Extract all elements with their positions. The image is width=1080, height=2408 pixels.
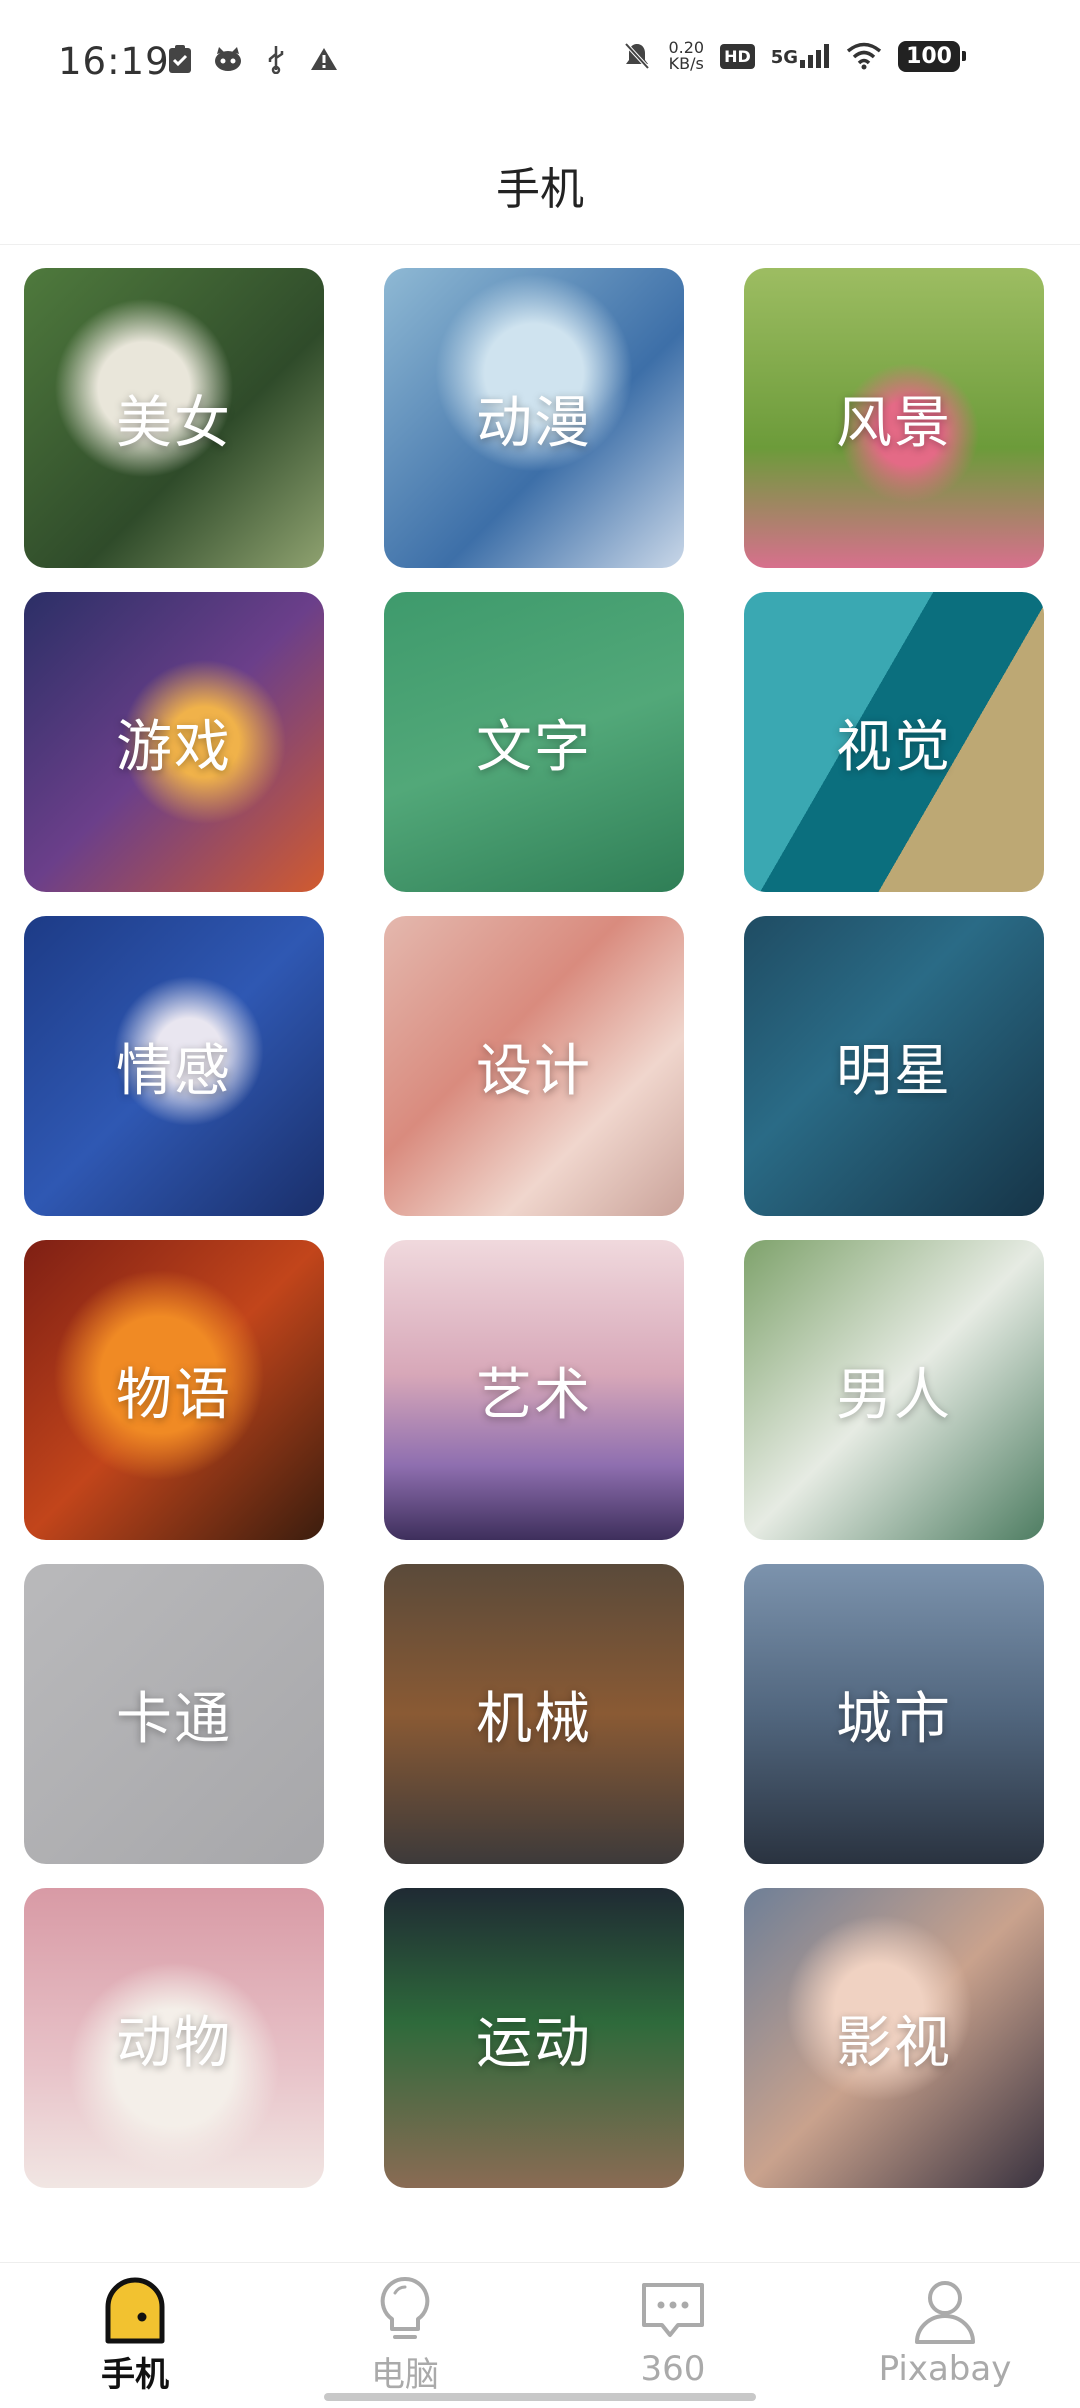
category-label: 游戏 — [116, 714, 232, 780]
category-label: 影视 — [836, 2010, 952, 2076]
battery-indicator: 100 — [898, 40, 966, 72]
nav-label: 手机 — [101, 2355, 169, 2395]
category-label: 设计 — [476, 1038, 592, 1104]
nav-label: 电脑 — [371, 2355, 439, 2395]
category-tile[interactable]: 影视 — [744, 1888, 1044, 2188]
status-notification-icons — [165, 44, 339, 74]
category-tile[interactable]: 城市 — [744, 1564, 1044, 1864]
category-label: 艺术 — [476, 1362, 592, 1428]
category-label: 文字 — [476, 714, 592, 780]
category-label: 风景 — [836, 390, 952, 456]
signal-bars-icon — [800, 44, 830, 68]
user-icon — [909, 2275, 981, 2347]
nav-item-360[interactable]: 360 — [573, 2275, 773, 2395]
category-tile[interactable]: 物语 — [24, 1240, 324, 1540]
nav-item-pixabay[interactable]: Pixabay — [845, 2275, 1045, 2395]
category-tile[interactable]: 游戏 — [24, 592, 324, 892]
wifi-icon — [846, 41, 882, 71]
category-tile[interactable]: 情感 — [24, 916, 324, 1216]
network-speed-unit: KB/s — [668, 54, 704, 73]
category-label: 情感 — [116, 1038, 232, 1104]
lightbulb-icon — [369, 2275, 441, 2345]
category-label: 运动 — [476, 2010, 592, 2076]
category-tile[interactable]: 机械 — [384, 1564, 684, 1864]
status-system-icons: 0.20 KB/s HD 5G 100 — [622, 40, 966, 72]
category-tile[interactable]: 运动 — [384, 1888, 684, 2188]
category-tile[interactable]: 艺术 — [384, 1240, 684, 1540]
chat-bubble-icon — [637, 2275, 709, 2347]
category-tile[interactable]: 文字 — [384, 592, 684, 892]
cellular-signal: 5G — [771, 44, 830, 68]
category-label: 动物 — [116, 2010, 232, 2076]
status-time: 16:19 — [58, 40, 170, 83]
category-tile[interactable]: 视觉 — [744, 592, 1044, 892]
nav-item-phone[interactable]: 手机 — [35, 2275, 235, 2395]
category-label: 机械 — [476, 1686, 592, 1752]
category-tile[interactable]: 男人 — [744, 1240, 1044, 1540]
category-label: 物语 — [116, 1362, 232, 1428]
category-label: 美女 — [116, 390, 232, 456]
clipboard-check-icon — [165, 44, 195, 74]
nav-item-computer[interactable]: 电脑 — [305, 2275, 505, 2395]
category-tile[interactable]: 动漫 — [384, 268, 684, 568]
category-label: 明星 — [836, 1038, 952, 1104]
bottom-nav: 手机 电脑 360 Pixabay — [0, 2262, 1080, 2408]
category-tile[interactable]: 设计 — [384, 916, 684, 1216]
category-grid: 美女 动漫 风景 游戏 文字 视觉 情感 设计 明星 物语 艺术 男人 卡通 机… — [24, 268, 1054, 2188]
category-tile[interactable]: 美女 — [24, 268, 324, 568]
category-label: 男人 — [836, 1362, 952, 1428]
cat-app-icon — [213, 44, 243, 74]
status-bar: 16:19 0.20 KB/s HD 5G 100 — [0, 0, 1080, 125]
home-indicator[interactable] — [324, 2393, 756, 2401]
category-label: 动漫 — [476, 390, 592, 456]
nav-label: Pixabay — [878, 2349, 1012, 2389]
hd-badge: HD — [720, 43, 755, 69]
usb-icon — [261, 44, 291, 74]
phone-arch-icon — [99, 2275, 171, 2345]
category-tile[interactable]: 风景 — [744, 268, 1044, 568]
bell-muted-icon — [622, 41, 652, 71]
network-type: 5G — [770, 47, 799, 68]
warning-icon — [309, 44, 339, 74]
category-label: 卡通 — [116, 1686, 232, 1752]
nav-label: 360 — [640, 2349, 706, 2389]
network-speed: 0.20 KB/s — [668, 40, 704, 72]
category-tile[interactable]: 明星 — [744, 916, 1044, 1216]
category-tile[interactable]: 卡通 — [24, 1564, 324, 1864]
category-label: 视觉 — [836, 714, 952, 780]
category-tile[interactable]: 动物 — [24, 1888, 324, 2188]
page-title: 手机 — [496, 163, 584, 215]
header: 手机 — [0, 125, 1080, 245]
category-label: 城市 — [836, 1686, 952, 1752]
